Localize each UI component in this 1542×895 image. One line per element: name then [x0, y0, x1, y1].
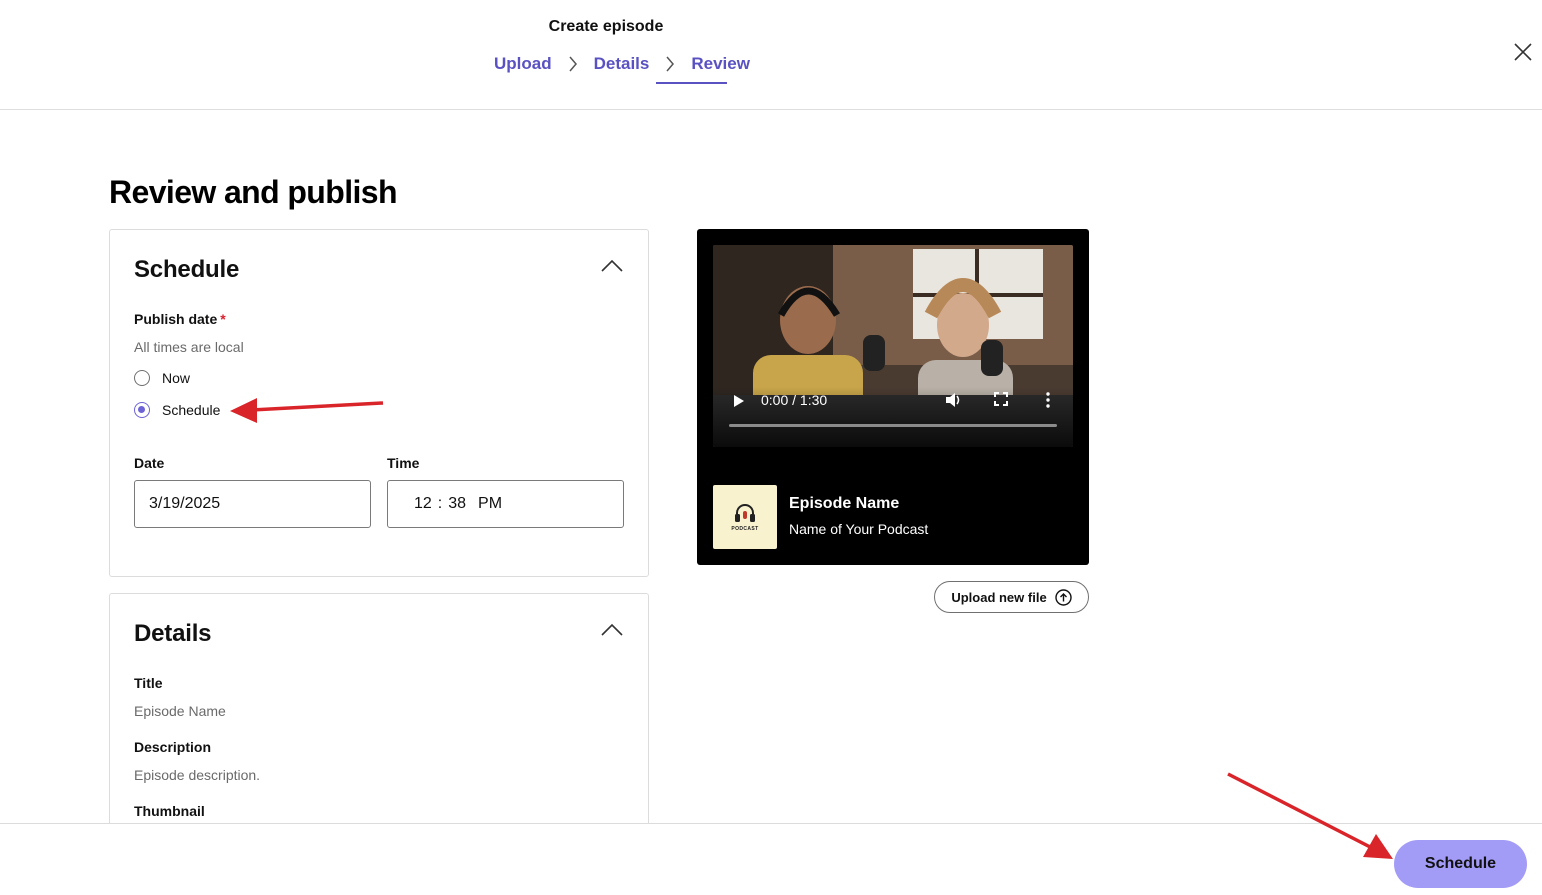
required-asterisk: * [220, 311, 226, 327]
radio-schedule-label: Schedule [162, 402, 221, 418]
step-details[interactable]: Details [594, 54, 650, 74]
thumbnail-text: PODCAST [731, 526, 759, 532]
headphones-icon [735, 504, 755, 522]
time-input[interactable]: 12 : 38 PM [387, 480, 624, 528]
radio-option-now[interactable]: Now [134, 370, 190, 386]
upload-arrow-circle-icon [1054, 588, 1072, 606]
time-separator: : [437, 495, 443, 512]
radio-now[interactable] [134, 370, 150, 386]
more-vertical-icon[interactable] [1046, 391, 1050, 409]
header-title: Create episode [548, 18, 664, 35]
description-value: Episode description. [134, 767, 261, 783]
description-label: Description [134, 739, 212, 755]
chevron-right-icon [659, 54, 681, 74]
upload-new-file-button[interactable]: Upload new file [934, 581, 1089, 613]
radio-now-label: Now [162, 370, 191, 386]
fullscreen-icon[interactable] [994, 392, 1008, 406]
title-value: Episode Name [134, 703, 226, 719]
top-header: Create episode Upload Details Review [0, 0, 1542, 110]
play-icon[interactable] [733, 394, 745, 408]
video-time: 0:00 / 1:30 [761, 392, 828, 408]
podcast-thumbnail: PODCAST [713, 485, 777, 549]
podcast-name: Name of Your Podcast [789, 521, 929, 537]
schedule-submit-button[interactable]: Schedule [1394, 840, 1527, 888]
volume-icon[interactable] [945, 391, 963, 409]
details-card: Details Title Episode Name Description E… [109, 593, 649, 833]
radio-schedule[interactable] [134, 402, 150, 418]
publish-date-label-text: Publish date [134, 311, 218, 327]
step-breadcrumb: Upload Details Review [494, 52, 750, 76]
episode-name: Episode Name [789, 495, 900, 512]
footer-bar [0, 823, 1542, 895]
chevron-up-icon[interactable] [600, 620, 624, 640]
page-title: Review and publish [109, 174, 398, 210]
timezone-hint: All times are local [134, 339, 244, 355]
publish-date-label: Publish date * [134, 311, 226, 327]
chevron-up-icon[interactable] [600, 256, 624, 276]
chevron-right-icon [562, 54, 584, 74]
step-upload[interactable]: Upload [494, 54, 552, 74]
upload-button-label: Upload new file [951, 589, 1047, 605]
title-label: Title [134, 675, 163, 691]
close-icon[interactable] [1508, 37, 1538, 67]
thumbnail-label: Thumbnail [134, 803, 205, 819]
radio-option-schedule[interactable]: Schedule [134, 402, 220, 418]
date-input[interactable]: 3/19/2025 [134, 480, 371, 528]
time-label: Time [387, 455, 420, 471]
episode-preview: 0:00 / 1:30 PODCAST Episode Name Name of… [697, 229, 1089, 565]
video-player[interactable]: 0:00 / 1:30 [713, 245, 1073, 447]
video-progress-bar[interactable] [729, 424, 1057, 427]
schedule-heading: Schedule [134, 256, 240, 283]
date-label: Date [134, 455, 165, 471]
active-step-indicator [656, 82, 727, 84]
time-hour[interactable]: 12 [414, 495, 432, 513]
time-minute[interactable]: 38 [448, 495, 466, 513]
schedule-card: Schedule Publish date * All times are loc… [109, 229, 649, 577]
time-ampm[interactable]: PM [478, 495, 502, 513]
step-review[interactable]: Review [691, 54, 750, 74]
details-heading: Details [134, 620, 212, 647]
